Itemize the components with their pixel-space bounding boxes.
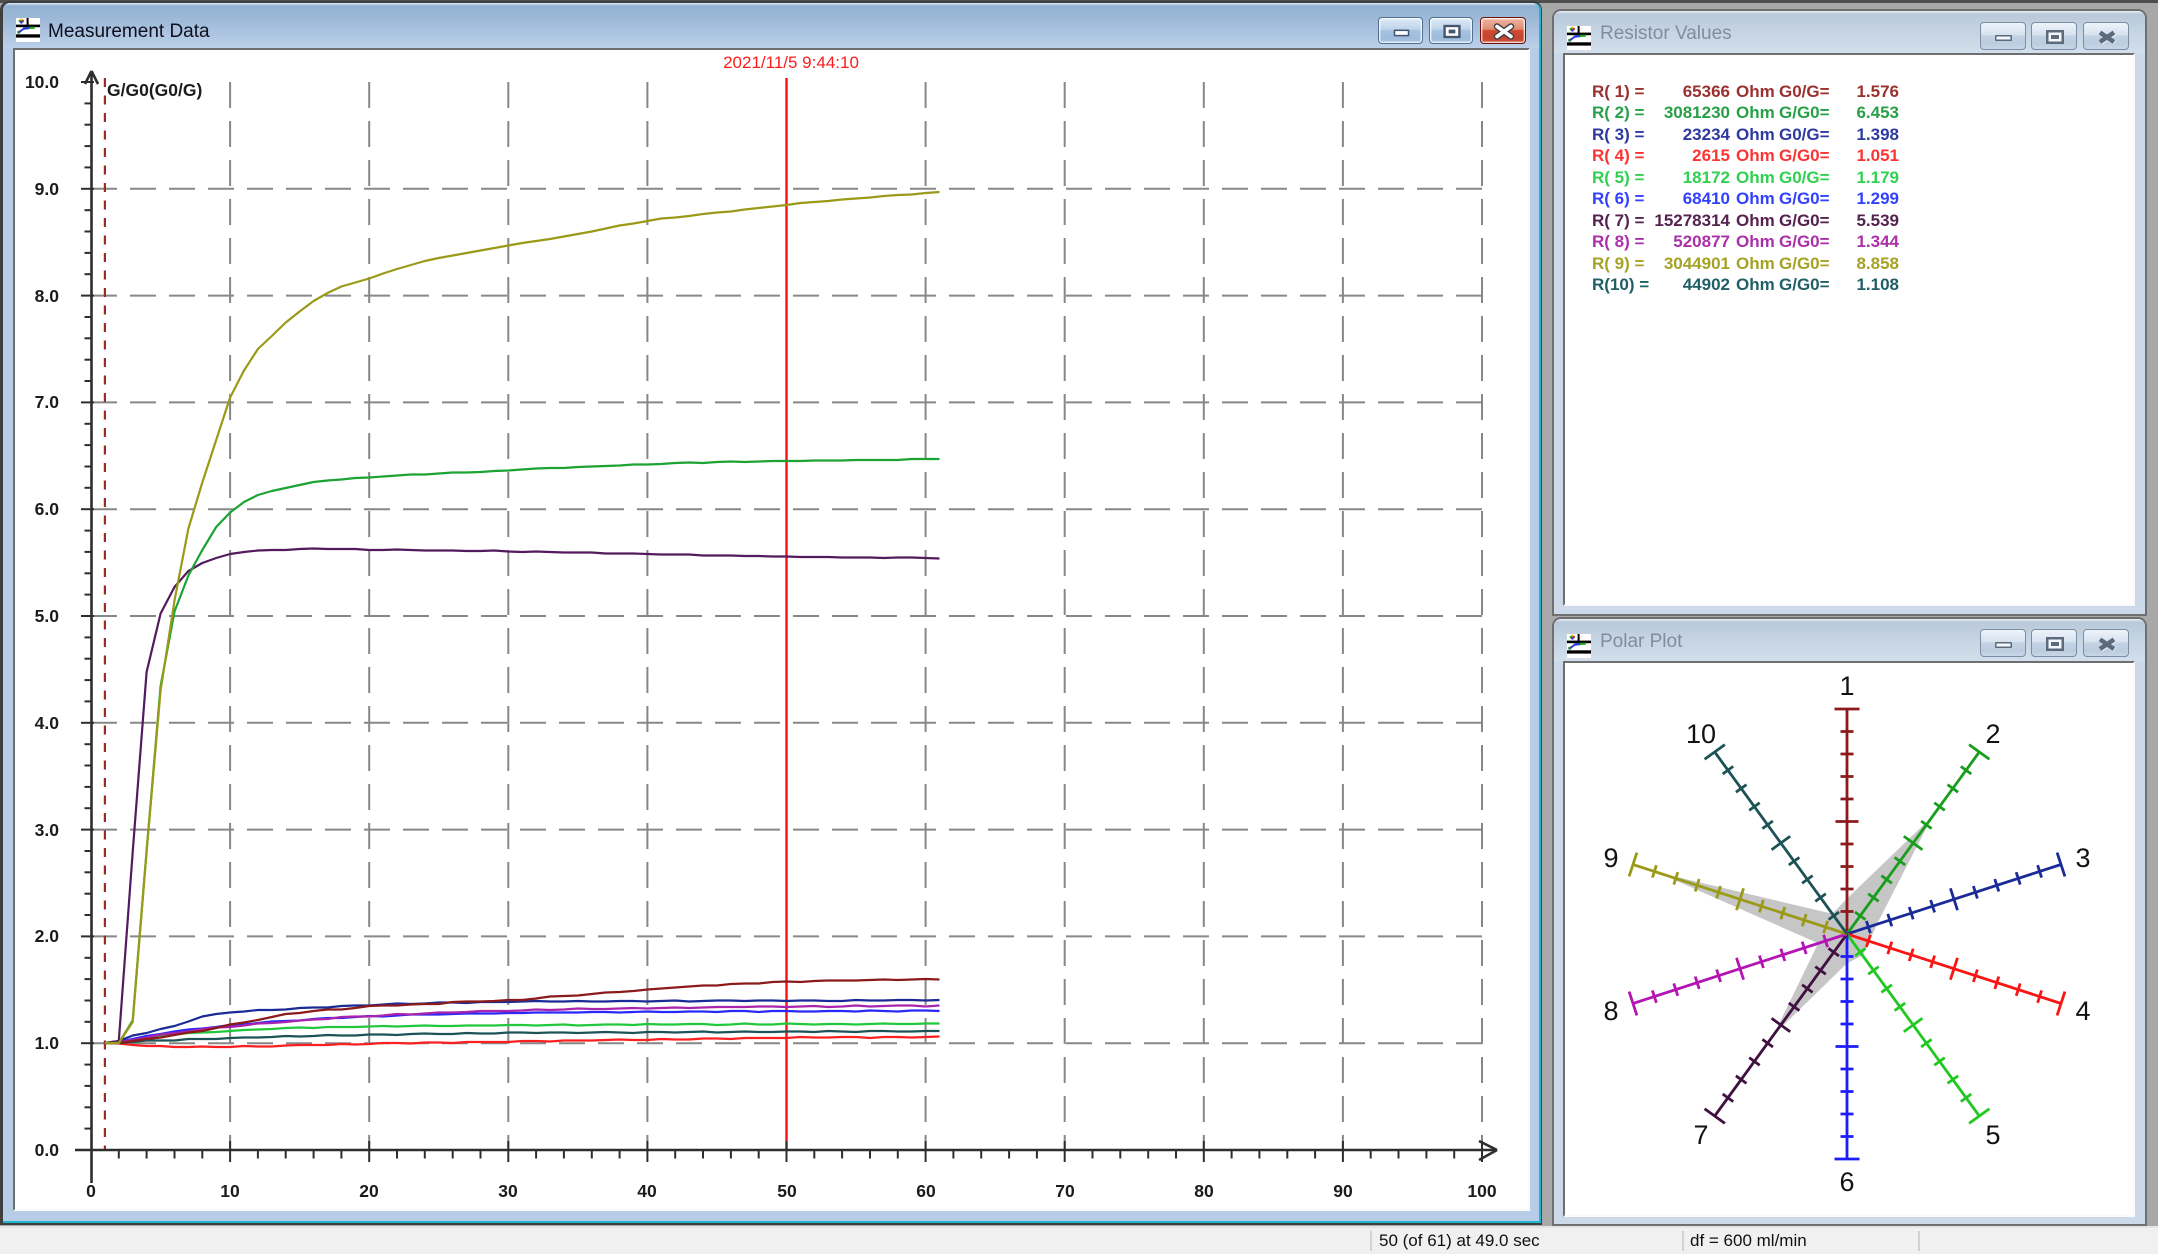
- svg-text:4: 4: [2075, 996, 2090, 1026]
- svg-text:8: 8: [1603, 996, 1618, 1026]
- svg-text:1.0: 1.0: [35, 1033, 60, 1053]
- svg-text:5: 5: [1985, 1120, 2000, 1150]
- svg-text:10: 10: [1686, 719, 1716, 749]
- svg-text:1: 1: [1839, 671, 1854, 701]
- svg-text:20: 20: [359, 1181, 379, 1201]
- svg-text:50: 50: [777, 1181, 797, 1201]
- svg-text:6.0: 6.0: [35, 499, 60, 519]
- svg-text:10: 10: [220, 1181, 240, 1201]
- svg-text:60: 60: [916, 1181, 936, 1201]
- svg-text:0: 0: [86, 1181, 96, 1201]
- svg-text:G/G0(G0/G): G/G0(G0/G): [107, 80, 202, 100]
- svg-text:4.0: 4.0: [35, 713, 60, 733]
- svg-text:90: 90: [1333, 1181, 1353, 1201]
- svg-text:3.0: 3.0: [35, 820, 60, 840]
- svg-text:100: 100: [1467, 1181, 1496, 1201]
- svg-text:9: 9: [1603, 843, 1618, 873]
- svg-text:30: 30: [498, 1181, 518, 1201]
- svg-text:6: 6: [1839, 1167, 1854, 1197]
- svg-text:2.0: 2.0: [35, 926, 60, 946]
- svg-text:2021/11/5 9:44:10: 2021/11/5 9:44:10: [723, 53, 859, 72]
- svg-text:40: 40: [637, 1181, 657, 1201]
- svg-text:10.0: 10.0: [25, 72, 59, 92]
- svg-text:2: 2: [1985, 719, 2000, 749]
- svg-text:7: 7: [1693, 1120, 1708, 1150]
- svg-text:9.0: 9.0: [35, 179, 60, 199]
- svg-text:70: 70: [1055, 1181, 1075, 1201]
- svg-text:7.0: 7.0: [35, 392, 60, 412]
- svg-text:3: 3: [2075, 843, 2090, 873]
- svg-text:8.0: 8.0: [35, 286, 60, 306]
- svg-text:80: 80: [1194, 1181, 1214, 1201]
- svg-text:0.0: 0.0: [35, 1140, 60, 1160]
- svg-text:5.0: 5.0: [35, 606, 60, 626]
